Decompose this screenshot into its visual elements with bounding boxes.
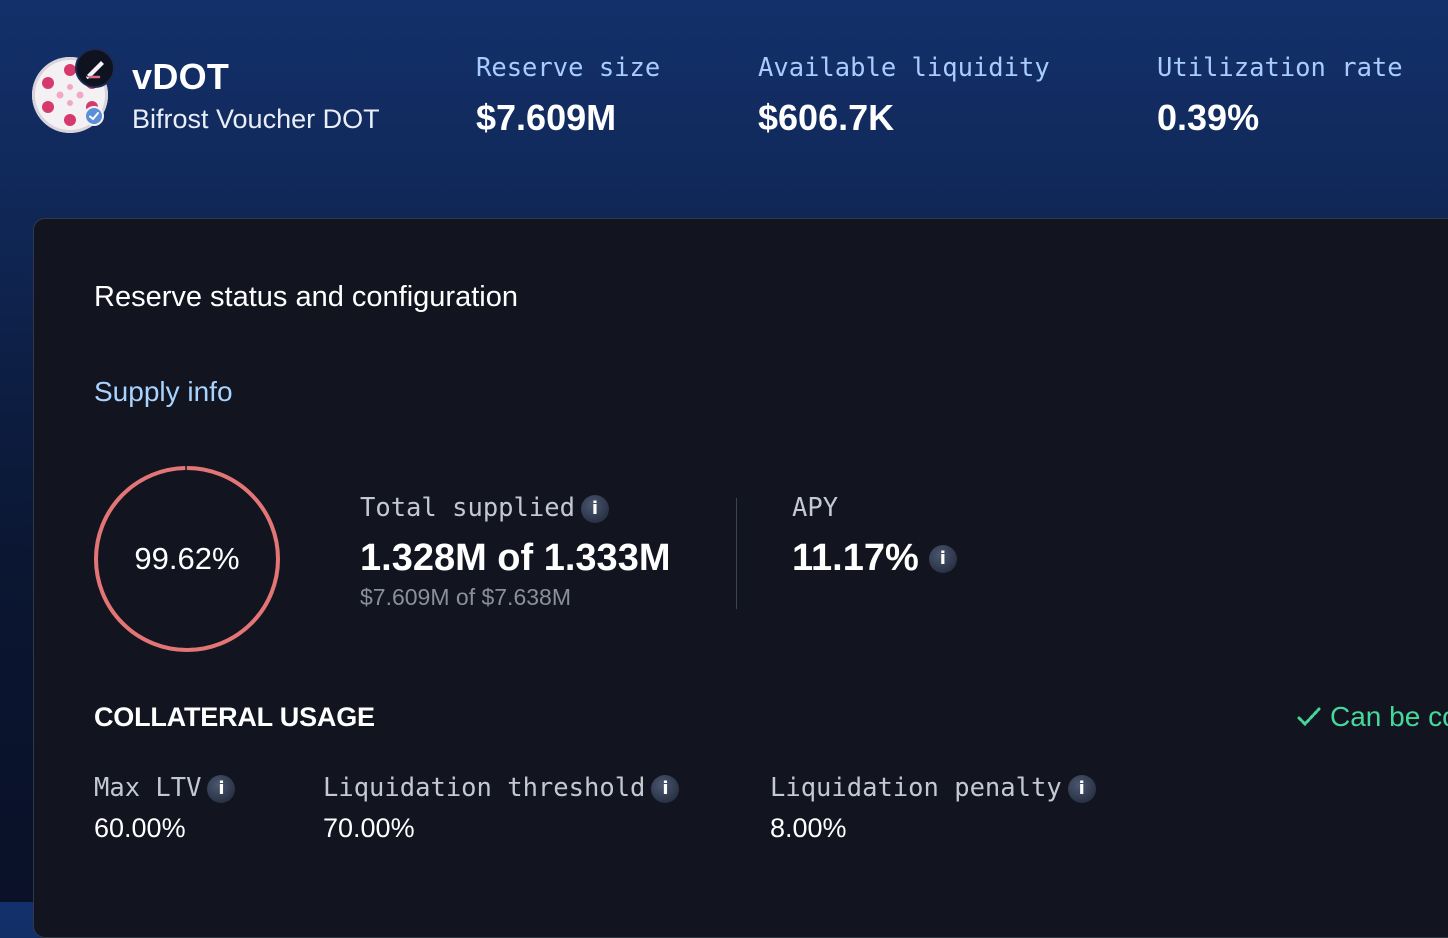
supply-cap-percent: 99.62%	[134, 541, 240, 576]
liquidation-penalty-label: Liquidation penalty	[770, 773, 1062, 803]
liquidation-penalty-label-row: Liquidation penalty i	[770, 772, 1096, 804]
verified-badge-icon	[84, 106, 104, 126]
collateral-usage-title: COLLATERAL USAGE	[94, 702, 375, 732]
reserve-size-stat: Reserve size $7.609M	[476, 52, 660, 138]
liquidation-penalty-value: 8.00%	[770, 813, 847, 843]
liquidation-threshold: Liquidation threshold i 70.00%	[323, 772, 680, 844]
info-icon[interactable]: i	[580, 495, 609, 523]
utilization-rate-value: 0.39%	[1157, 97, 1260, 138]
total-supplied-usd: $7.609M of $7.638M	[360, 584, 571, 610]
divider	[736, 498, 737, 609]
card-title: Reserve status and configuration	[94, 281, 518, 313]
collateral-status: Can be co	[1296, 700, 1448, 734]
apy-value: 11.17%	[792, 537, 919, 579]
asset-name: Bifrost Voucher DOT	[132, 104, 380, 134]
supply-info-title: Supply info	[94, 376, 233, 407]
collateral-status-text: Can be co	[1330, 701, 1448, 732]
check-icon	[1297, 707, 1321, 727]
info-icon[interactable]: i	[928, 545, 957, 573]
total-supplied-value: 1.328M of 1.333M	[360, 537, 671, 579]
reserve-size-value: $7.609M	[476, 97, 617, 138]
asset-symbol: vDOT	[132, 56, 230, 97]
max-ltv: Max LTV i 60.00%	[94, 772, 236, 844]
chain-badge-icon	[75, 48, 115, 88]
apy-value-row: 11.17% i	[792, 536, 957, 580]
apy-label: APY	[792, 493, 839, 523]
liquidation-threshold-label: Liquidation threshold	[323, 773, 646, 803]
max-ltv-label-row: Max LTV i	[94, 772, 236, 804]
liquidation-threshold-value: 70.00%	[323, 813, 415, 843]
liquidation-penalty: Liquidation penalty i 8.00%	[770, 772, 1096, 844]
max-ltv-value: 60.00%	[94, 813, 186, 843]
liquidation-threshold-label-row: Liquidation threshold i	[323, 772, 680, 804]
info-icon[interactable]: i	[207, 775, 236, 803]
asset-logo	[32, 48, 115, 133]
reserve-size-label: Reserve size	[476, 53, 661, 83]
available-liquidity-stat: Available liquidity $606.7K	[758, 52, 1050, 138]
max-ltv-label: Max LTV	[94, 773, 202, 803]
info-icon[interactable]: i	[651, 775, 680, 803]
total-supplied-label: Total supplied	[360, 493, 575, 523]
utilization-rate-label: Utilization rate	[1157, 53, 1403, 83]
available-liquidity-label: Available liquidity	[758, 53, 1050, 83]
utilization-rate-stat: Utilization rate 0.39%	[1157, 52, 1403, 138]
total-supplied-label-row: Total supplied i	[360, 492, 609, 524]
info-icon[interactable]: i	[1067, 775, 1096, 803]
available-liquidity-value: $606.7K	[758, 97, 895, 138]
